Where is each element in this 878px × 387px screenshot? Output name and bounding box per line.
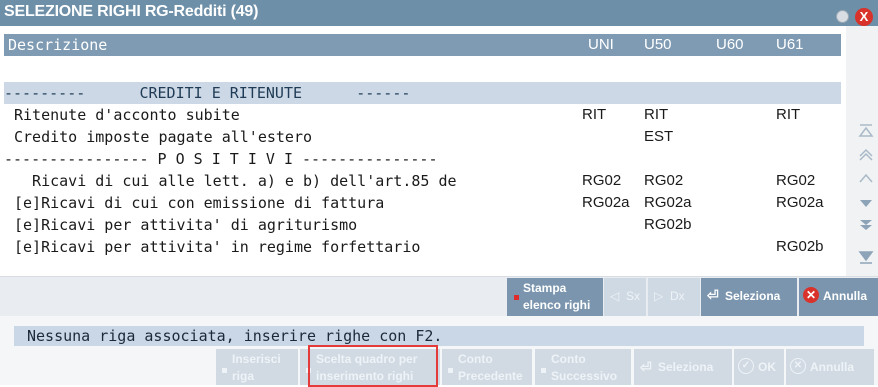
seleziona-bottom-button[interactable]: ⏎ Seleziona — [634, 349, 732, 385]
annulla-button[interactable]: ✕ Annulla — [799, 278, 878, 316]
conto-prec-label-2: Precedente — [458, 369, 523, 383]
list-item[interactable]: [e]Ricavi per attivita' di agriturismo R… — [4, 214, 841, 236]
conto-successivo-button[interactable]: Conto Successivo — [535, 349, 631, 385]
minimize-button[interactable] — [836, 10, 849, 23]
seleziona-bottom-label: Seleziona — [658, 360, 714, 374]
marker-icon — [541, 368, 546, 373]
row-u50: RG02a — [644, 194, 692, 211]
list-item[interactable]: Credito imposte pagate all'estero EST — [4, 126, 841, 148]
dx-button[interactable]: ▷ Dx — [648, 278, 700, 316]
conto-succ-label-1: Conto — [551, 352, 586, 366]
sx-button[interactable]: ◁ Sx — [604, 278, 646, 316]
inserisci-label-1: Inserisci — [232, 352, 281, 366]
row-description: Ricavi di cui alle lett. a) e b) dell'ar… — [14, 172, 457, 190]
row-u61: RG02 — [776, 172, 816, 189]
row-description: [e]Ricavi di cui con emissione di fattur… — [14, 194, 385, 212]
scroll-top-icon[interactable] — [858, 124, 874, 138]
row-description: ---------------- P O S I T I V I -------… — [4, 150, 438, 168]
row-description: Ritenute d'acconto subite — [14, 106, 240, 124]
window-title: SELEZIONE RIGHI RG-Redditi (49) — [4, 3, 259, 20]
annulla-bottom-button[interactable]: ✕ Annulla — [786, 349, 874, 385]
scroll-bottom-icon[interactable] — [858, 250, 874, 264]
row-uni: RG02 — [582, 172, 622, 189]
row-u61: RG02b — [776, 238, 824, 255]
list-item[interactable]: [e]Ricavi per attivita' in regime forfet… — [4, 236, 841, 258]
seleziona-label: Seleziona — [725, 289, 781, 303]
enter-icon: ⏎ — [707, 287, 719, 303]
row-u61: RG02a — [776, 194, 824, 211]
toolbar: Stampa elenco righi ◁ Sx ▷ Dx ⏎ Seleziona… — [0, 276, 878, 317]
page-down-icon[interactable] — [858, 218, 874, 232]
cancel-icon: ✕ — [803, 287, 819, 303]
row-description: --------- CREDITI E RITENUTE ------ — [4, 84, 411, 102]
marker-icon — [222, 368, 227, 373]
conto-precedente-button[interactable]: Conto Precedente — [442, 349, 532, 385]
row-description: [e]Ricavi per attivita' di agriturismo — [14, 216, 358, 234]
row-description: Credito imposte pagate all'estero — [14, 128, 313, 146]
inserisci-label-2: riga — [232, 369, 255, 383]
sx-label: Sx — [626, 289, 641, 303]
list-item[interactable]: Ricavi di cui alle lett. a) e b) dell'ar… — [4, 170, 841, 192]
list-item-section-positivi[interactable]: ---------------- P O S I T I V I -------… — [4, 148, 841, 170]
ok-label: OK — [758, 360, 776, 374]
triangle-left-icon: ◁ — [610, 289, 620, 303]
list-item[interactable]: Ritenute d'acconto subite RIT RIT RIT — [4, 104, 841, 126]
close-button[interactable]: X — [855, 8, 873, 26]
row-u61: RIT — [776, 106, 801, 123]
annulla-label: Annulla — [823, 289, 867, 303]
ok-button[interactable]: ✓ OK — [734, 349, 784, 385]
row-u50: EST — [644, 128, 674, 145]
row-uni: RIT — [582, 106, 607, 123]
focus-highlight — [308, 345, 438, 387]
stampa-elenco-righi-button[interactable]: Stampa elenco righi — [507, 278, 603, 316]
row-u50: RIT — [644, 106, 669, 123]
seleziona-button[interactable]: ⏎ Seleziona — [701, 278, 797, 316]
header-uni: UNI — [588, 36, 614, 53]
header-descrizione: Descrizione — [8, 36, 108, 54]
status-message-bar: Nessuna riga associata, inserire righe c… — [14, 326, 864, 346]
list-item-section-crediti[interactable]: --------- CREDITI E RITENUTE ------ — [4, 82, 841, 104]
row-uni: RG02a — [582, 194, 630, 211]
annulla-bottom-label: Annulla — [810, 360, 854, 374]
stampa-label-2: elenco righi — [523, 298, 591, 312]
row-description: [e]Ricavi per attivita' in regime forfet… — [14, 238, 421, 256]
righi-list[interactable]: --------- CREDITI E RITENUTE ------ Rite… — [4, 56, 841, 276]
triangle-right-icon: ▷ — [654, 289, 664, 303]
marker-icon — [448, 368, 453, 373]
window-title-bar: SELEZIONE RIGHI RG-Redditi (49) X — [0, 0, 878, 26]
header-u61: U61 — [776, 36, 804, 53]
header-u60: U60 — [716, 36, 744, 53]
inserisci-riga-button[interactable]: Inserisci riga — [216, 349, 298, 385]
row-u50: RG02 — [644, 172, 684, 189]
stampa-label-1: Stampa — [523, 281, 567, 295]
list-header: Descrizione UNI U50 U60 U61 — [4, 34, 841, 56]
dx-label: Dx — [670, 289, 685, 303]
red-marker-icon — [514, 295, 519, 300]
conto-succ-label-2: Successivo — [551, 369, 618, 383]
enter-icon: ⏎ — [640, 359, 652, 375]
cancel-icon: ✕ — [790, 358, 806, 374]
list-item[interactable]: [e]Ricavi di cui con emissione di fattur… — [4, 192, 841, 214]
row-u50: RG02b — [644, 216, 692, 233]
scroll-down-icon[interactable] — [858, 196, 874, 210]
page-up-icon[interactable] — [858, 148, 874, 162]
conto-prec-label-1: Conto — [458, 352, 493, 366]
header-u50: U50 — [644, 36, 672, 53]
scroll-up-icon[interactable] — [858, 172, 874, 186]
status-message: Nessuna riga associata, inserire righe c… — [27, 327, 443, 345]
check-icon: ✓ — [738, 358, 754, 374]
